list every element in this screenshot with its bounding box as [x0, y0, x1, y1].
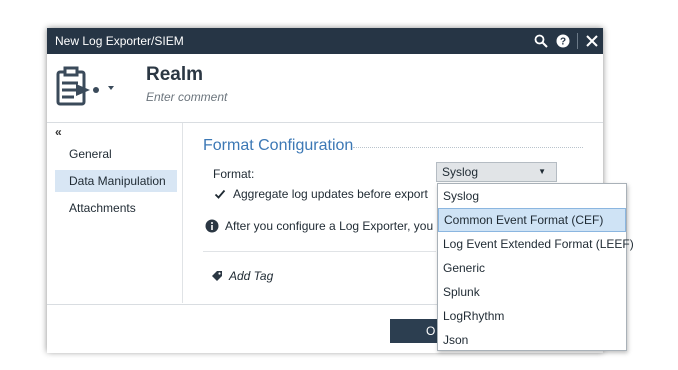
title-bar: New Log Exporter/SIEM ?: [47, 28, 603, 54]
close-icon[interactable]: [581, 28, 603, 54]
log-exporter-icon[interactable]: [56, 66, 118, 110]
add-tag-label: Add Tag: [229, 269, 274, 283]
format-select-value: Syslog: [442, 165, 479, 179]
dropdown-option-cef[interactable]: Common Event Format (CEF): [438, 208, 626, 232]
info-message: After you configure a Log Exporter, you …: [205, 219, 440, 233]
object-name[interactable]: Realm: [146, 64, 203, 86]
aggregate-label: Aggregate log updates before export: [233, 187, 428, 201]
window-title: New Log Exporter/SIEM: [55, 34, 184, 48]
add-tag-button[interactable]: Add Tag: [211, 269, 273, 283]
sidebar-item-general[interactable]: General: [55, 143, 177, 165]
search-icon[interactable]: [530, 28, 552, 54]
dropdown-option-splunk[interactable]: Splunk: [438, 280, 626, 304]
info-icon: [205, 219, 219, 233]
collapse-sidebar-icon[interactable]: «: [55, 125, 62, 139]
aggregate-option[interactable]: Aggregate log updates before export: [213, 187, 428, 201]
divider: [203, 251, 436, 252]
format-select[interactable]: Syslog ▼: [436, 162, 557, 182]
dropdown-option-syslog[interactable]: Syslog: [438, 184, 626, 208]
section-title: Format Configuration: [203, 137, 354, 154]
comment-field[interactable]: Enter comment: [146, 90, 227, 104]
title-bar-actions: ?: [530, 28, 603, 54]
info-text: After you configure a Log Exporter, you …: [225, 219, 441, 233]
title-bar-separator: [577, 33, 578, 49]
dropdown-option-logrhythm[interactable]: LogRhythm: [438, 304, 626, 328]
svg-text:?: ?: [560, 37, 566, 48]
dropdown-option-generic[interactable]: Generic: [438, 256, 626, 280]
dropdown-option-json[interactable]: Json: [438, 328, 626, 352]
sidebar-item-data-manipulation[interactable]: Data Manipulation: [55, 170, 177, 192]
format-label: Format:: [213, 167, 255, 181]
chevron-down-icon: ▼: [538, 167, 546, 176]
check-icon[interactable]: [213, 187, 227, 201]
dropdown-option-leef[interactable]: Log Event Extended Format (LEEF): [438, 232, 634, 256]
sidebar-nav: « General Data Manipulation Attachments: [47, 123, 183, 303]
help-icon[interactable]: ?: [552, 28, 574, 54]
sidebar-item-attachments[interactable]: Attachments: [55, 197, 177, 219]
object-header: Realm Enter comment: [47, 54, 603, 123]
section-rule: [353, 147, 583, 148]
format-dropdown-list: Syslog Common Event Format (CEF) Log Eve…: [437, 183, 634, 352]
tag-icon: [211, 270, 223, 282]
